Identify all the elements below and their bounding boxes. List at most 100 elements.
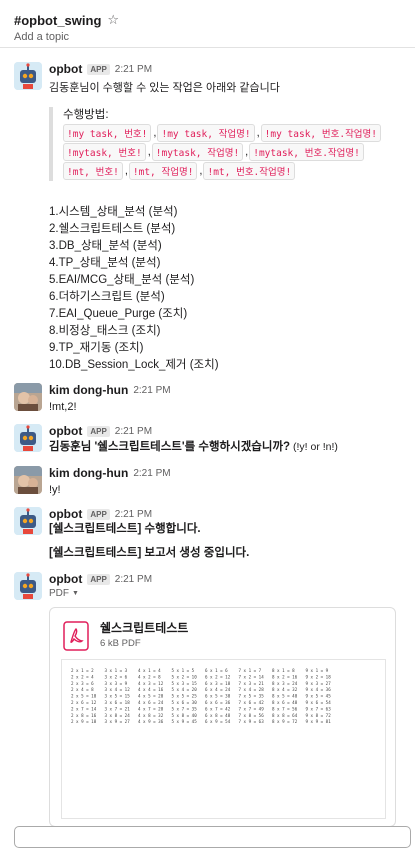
code-snippet: !my task, 번호! <box>63 123 152 142</box>
preview-cell: 7 x 8 = 56 <box>239 713 265 718</box>
channel-name[interactable]: #opbot_swing <box>14 13 101 28</box>
sender-name[interactable]: opbot <box>49 507 82 521</box>
timestamp[interactable]: 2:21 PM <box>115 509 152 520</box>
pdf-file-icon <box>63 621 89 651</box>
method-quote: 수행방법: !my task, 번호!, !my task, 작업명!, !my t… <box>49 107 382 181</box>
robot-icon <box>14 62 42 90</box>
message-meta: opbot APP 2:21 PM <box>49 424 152 438</box>
user-avatar[interactable] <box>14 466 42 494</box>
preview-cell: 6 x 3 = 18 <box>205 681 231 686</box>
code-separator: , <box>147 145 151 158</box>
robot-icon <box>14 424 42 452</box>
sender-name[interactable]: opbot <box>49 62 82 76</box>
preview-cell: 5 x 9 = 45 <box>172 719 198 724</box>
preview-cell: 8 x 3 = 24 <box>272 681 298 686</box>
preview-cell: 5 x 6 = 30 <box>172 700 198 705</box>
app-badge: APP <box>87 63 110 75</box>
opbot-avatar[interactable] <box>14 424 42 452</box>
timestamp[interactable]: 2:21 PM <box>115 426 152 437</box>
preview-cell: 6 x 4 = 24 <box>205 687 231 692</box>
preview-cell: 4 x 4 = 16 <box>138 687 164 692</box>
preview-cell: 5 x 5 = 25 <box>172 694 198 699</box>
code-snippet: !mytask, 작업명! <box>151 142 244 161</box>
confirm-question: 김동훈님 '쉘스크립트테스트'를 수행하시겠습니까? <box>49 441 291 453</box>
timestamp[interactable]: 2:21 PM <box>133 468 170 479</box>
pdf-preview-page: 2 x 1 = 2 3 x 1 = 3 4 x 1 = 4 5 x 1 = 5 6 x … <box>71 668 332 724</box>
task-item: 2.쉘스크립트테스트 (분석) <box>49 223 176 235</box>
add-topic-link[interactable]: Add a topic <box>14 31 415 43</box>
message-text: !mt,2! <box>49 401 77 413</box>
message-meta: kim dong-hun 2:21 PM <box>49 383 171 397</box>
opbot-avatar[interactable] <box>14 62 42 90</box>
timestamp[interactable]: 2:21 PM <box>133 385 170 396</box>
code-rows: !my task, 번호!, !my task, 작업명!, !my task, 번… <box>63 123 382 180</box>
preview-cell: 5 x 2 = 10 <box>172 674 198 679</box>
opbot-avatar[interactable] <box>14 572 42 600</box>
task-item: 1.시스템_상태_분석 (분석) <box>49 206 178 218</box>
preview-cell: 7 x 4 = 28 <box>239 687 265 692</box>
caret-down-icon: ▼ <box>72 590 79 597</box>
star-icon[interactable]: ☆ <box>107 12 119 28</box>
preview-cell: 4 x 5 = 20 <box>138 694 164 699</box>
preview-cell: 7 x 7 = 49 <box>239 706 265 711</box>
preview-cell: 4 x 7 = 28 <box>138 706 164 711</box>
preview-cell: 2 x 4 = 8 <box>71 687 94 692</box>
preview-cell: 5 x 4 = 20 <box>172 687 198 692</box>
preview-cell: 2 x 8 = 16 <box>71 713 97 718</box>
user-photo-icon <box>14 383 42 411</box>
code-separator: , <box>124 164 128 177</box>
preview-cell: 4 x 2 = 8 <box>138 674 161 679</box>
preview-cell: 3 x 1 = 3 <box>105 668 128 673</box>
task-item: 7.EAI_Queue_Purge (조치) <box>49 308 188 320</box>
file-type-toggle[interactable]: PDF ▼ <box>49 588 79 599</box>
code-snippet: !mytask, 번호.작업명! <box>249 142 364 161</box>
task-item: 5.EAI/MCG_상태_분석 (분석) <box>49 274 195 286</box>
message-composer[interactable] <box>14 826 411 848</box>
preview-cell: 5 x 8 = 40 <box>172 713 198 718</box>
preview-cell: 6 x 1 = 6 <box>205 668 228 673</box>
preview-cell: 4 x 3 = 12 <box>138 681 164 686</box>
pdf-preview[interactable]: 2 x 1 = 2 3 x 1 = 3 4 x 1 = 4 5 x 1 = 5 6 x … <box>61 659 386 819</box>
sender-name[interactable]: opbot <box>49 424 82 438</box>
robot-icon <box>14 507 42 535</box>
preview-cell: 2 x 1 = 2 <box>71 668 94 673</box>
file-type-label: PDF <box>49 588 69 599</box>
preview-cell: 9 x 6 = 54 <box>306 700 332 705</box>
preview-cell: 6 x 8 = 48 <box>205 713 231 718</box>
sender-name[interactable]: kim dong-hun <box>49 466 128 480</box>
method-label: 수행방법: <box>63 109 109 121</box>
code-row: !my task, 번호!, !my task, 작업명!, !my task, 번… <box>63 123 382 142</box>
preview-cell: 8 x 7 = 56 <box>272 706 298 711</box>
timestamp[interactable]: 2:21 PM <box>115 574 152 585</box>
preview-cell: 6 x 6 = 36 <box>205 700 231 705</box>
preview-cell: 2 x 6 = 12 <box>71 700 97 705</box>
file-name[interactable]: 쉘스크립트테스트 <box>100 619 188 636</box>
preview-cell: 9 x 3 = 27 <box>306 681 332 686</box>
preview-cell: 7 x 9 = 63 <box>239 719 265 724</box>
app-badge: APP <box>87 425 110 437</box>
preview-cell: 8 x 5 = 40 <box>272 694 298 699</box>
robot-icon <box>14 572 42 600</box>
code-snippet: !mytask, 번호! <box>63 142 146 161</box>
code-snippet: !mt, 번호! <box>63 161 123 180</box>
code-snippet: !my task, 작업명! <box>157 123 255 142</box>
opbot-avatar[interactable] <box>14 507 42 535</box>
preview-cell: 2 x 5 = 10 <box>71 694 97 699</box>
preview-cell: 7 x 6 = 42 <box>239 700 265 705</box>
code-snippet: !mt, 번호.작업명! <box>203 161 296 180</box>
preview-cell: 3 x 6 = 18 <box>105 700 131 705</box>
code-row: !mt, 번호!, !mt, 작업명!, !mt, 번호.작업명! <box>63 161 381 180</box>
preview-cell: 8 x 2 = 16 <box>272 674 298 679</box>
preview-cell: 8 x 6 = 48 <box>272 700 298 705</box>
task-item: 6.더하기스크립트 (분석) <box>49 291 165 303</box>
preview-cell: 3 x 9 = 27 <box>105 719 131 724</box>
preview-cell: 6 x 7 = 42 <box>205 706 231 711</box>
preview-cell: 3 x 8 = 24 <box>105 713 131 718</box>
sender-name[interactable]: kim dong-hun <box>49 383 128 397</box>
message-meta: opbot APP 2:21 PM <box>49 507 152 521</box>
user-avatar[interactable] <box>14 383 42 411</box>
file-card[interactable]: 쉘스크립트테스트 6 kB PDF 2 x 1 = 2 3 x 1 = 3 4 x … <box>49 607 396 827</box>
sender-name[interactable]: opbot <box>49 572 82 586</box>
timestamp[interactable]: 2:21 PM <box>115 64 152 75</box>
file-size: 6 kB PDF <box>100 638 141 649</box>
